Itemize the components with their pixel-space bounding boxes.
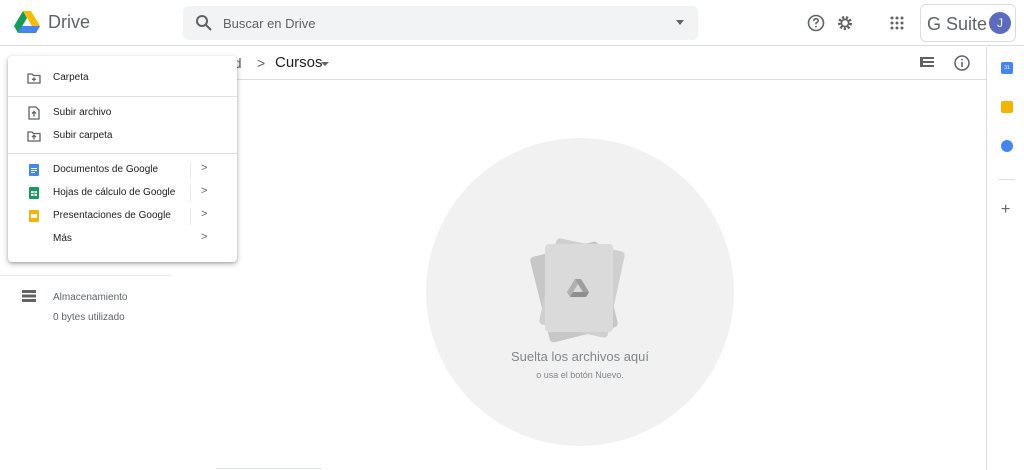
menu-item-label: Subir carpeta — [53, 130, 113, 141]
app-name[interactable]: Drive — [48, 12, 90, 33]
side-panel-divider — [999, 179, 1015, 180]
top-bar: Drive G Suite J — [0, 0, 1024, 46]
search-bar[interactable] — [183, 6, 698, 40]
storage-label[interactable]: Almacenamiento — [53, 292, 127, 303]
submenu-divider — [190, 208, 191, 225]
google-slides-icon — [29, 210, 39, 222]
folder-upload-icon — [27, 131, 41, 142]
gsuite-brand: G Suite — [927, 14, 988, 34]
breadcrumb-separator-icon: > — [257, 55, 266, 71]
settings-gear-icon[interactable] — [834, 12, 856, 34]
chevron-right-icon[interactable]: > — [201, 185, 207, 197]
menu-item-google-slides[interactable]: Presentaciones de Google > — [8, 205, 237, 228]
search-icon[interactable] — [195, 14, 213, 32]
menu-divider — [8, 153, 237, 154]
menu-item-google-sheets[interactable]: Hojas de cálculo de Google > — [8, 182, 237, 205]
chevron-right-icon[interactable]: > — [201, 162, 207, 174]
folder-add-icon — [27, 73, 41, 84]
drop-files-illustration-icon — [530, 238, 625, 343]
chevron-right-icon[interactable]: > — [201, 231, 207, 243]
keep-icon[interactable] — [1001, 101, 1013, 113]
submenu-divider — [190, 162, 191, 179]
breadcrumb: ad > Cursos — [171, 47, 986, 80]
menu-item-upload-folder[interactable]: Subir carpeta — [8, 125, 237, 148]
search-options-dropdown-icon[interactable] — [676, 20, 684, 25]
menu-item-label: Subir archivo — [53, 107, 112, 118]
menu-item-label: Documentos de Google — [53, 164, 159, 175]
add-addon-icon[interactable]: + — [1001, 201, 1010, 219]
menu-item-label: Hojas de cálculo de Google — [53, 187, 176, 198]
google-docs-icon — [29, 164, 39, 176]
drop-zone-subtitle: o usa el botón Nuevo. — [536, 370, 624, 380]
info-icon[interactable] — [953, 54, 971, 72]
search-input[interactable] — [223, 6, 643, 40]
new-menu: Carpeta Subir archivo Subir carpeta Docu… — [8, 56, 237, 262]
breadcrumb-dropdown-icon[interactable] — [321, 62, 329, 66]
drop-zone-title: Suelta los archivos aquí — [510, 349, 650, 364]
calendar-date: 31 — [1004, 65, 1010, 71]
chevron-right-icon[interactable]: > — [201, 208, 207, 220]
menu-item-new-folder[interactable]: Carpeta — [8, 67, 237, 90]
sidebar-divider — [0, 275, 171, 276]
submenu-divider — [190, 185, 191, 202]
file-upload-icon — [28, 106, 40, 120]
tasks-icon[interactable] — [1001, 140, 1013, 152]
calendar-icon[interactable]: 31 — [1001, 62, 1013, 74]
help-icon[interactable] — [805, 12, 827, 34]
apps-grid-icon[interactable] — [886, 12, 908, 34]
google-sheets-icon — [29, 187, 39, 199]
menu-item-google-docs[interactable]: Documentos de Google > — [8, 159, 237, 182]
storage-icon — [22, 290, 36, 302]
menu-item-label: Presentaciones de Google — [53, 210, 171, 221]
menu-item-label: Carpeta — [53, 72, 89, 83]
menu-item-more[interactable]: Más > — [8, 228, 237, 251]
account-switcher[interactable]: G Suite J — [920, 4, 1016, 42]
menu-divider — [8, 96, 237, 97]
menu-item-label: Más — [53, 233, 72, 244]
avatar[interactable]: J — [989, 12, 1011, 34]
drive-logo-icon[interactable] — [14, 10, 40, 34]
list-view-icon[interactable] — [919, 55, 935, 71]
storage-used: 0 bytes utilizado — [53, 312, 125, 323]
menu-item-upload-file[interactable]: Subir archivo — [8, 102, 237, 125]
bottom-divider — [216, 468, 321, 469]
side-panel: 31 + — [986, 47, 1024, 470]
breadcrumb-current[interactable]: Cursos — [275, 54, 323, 71]
